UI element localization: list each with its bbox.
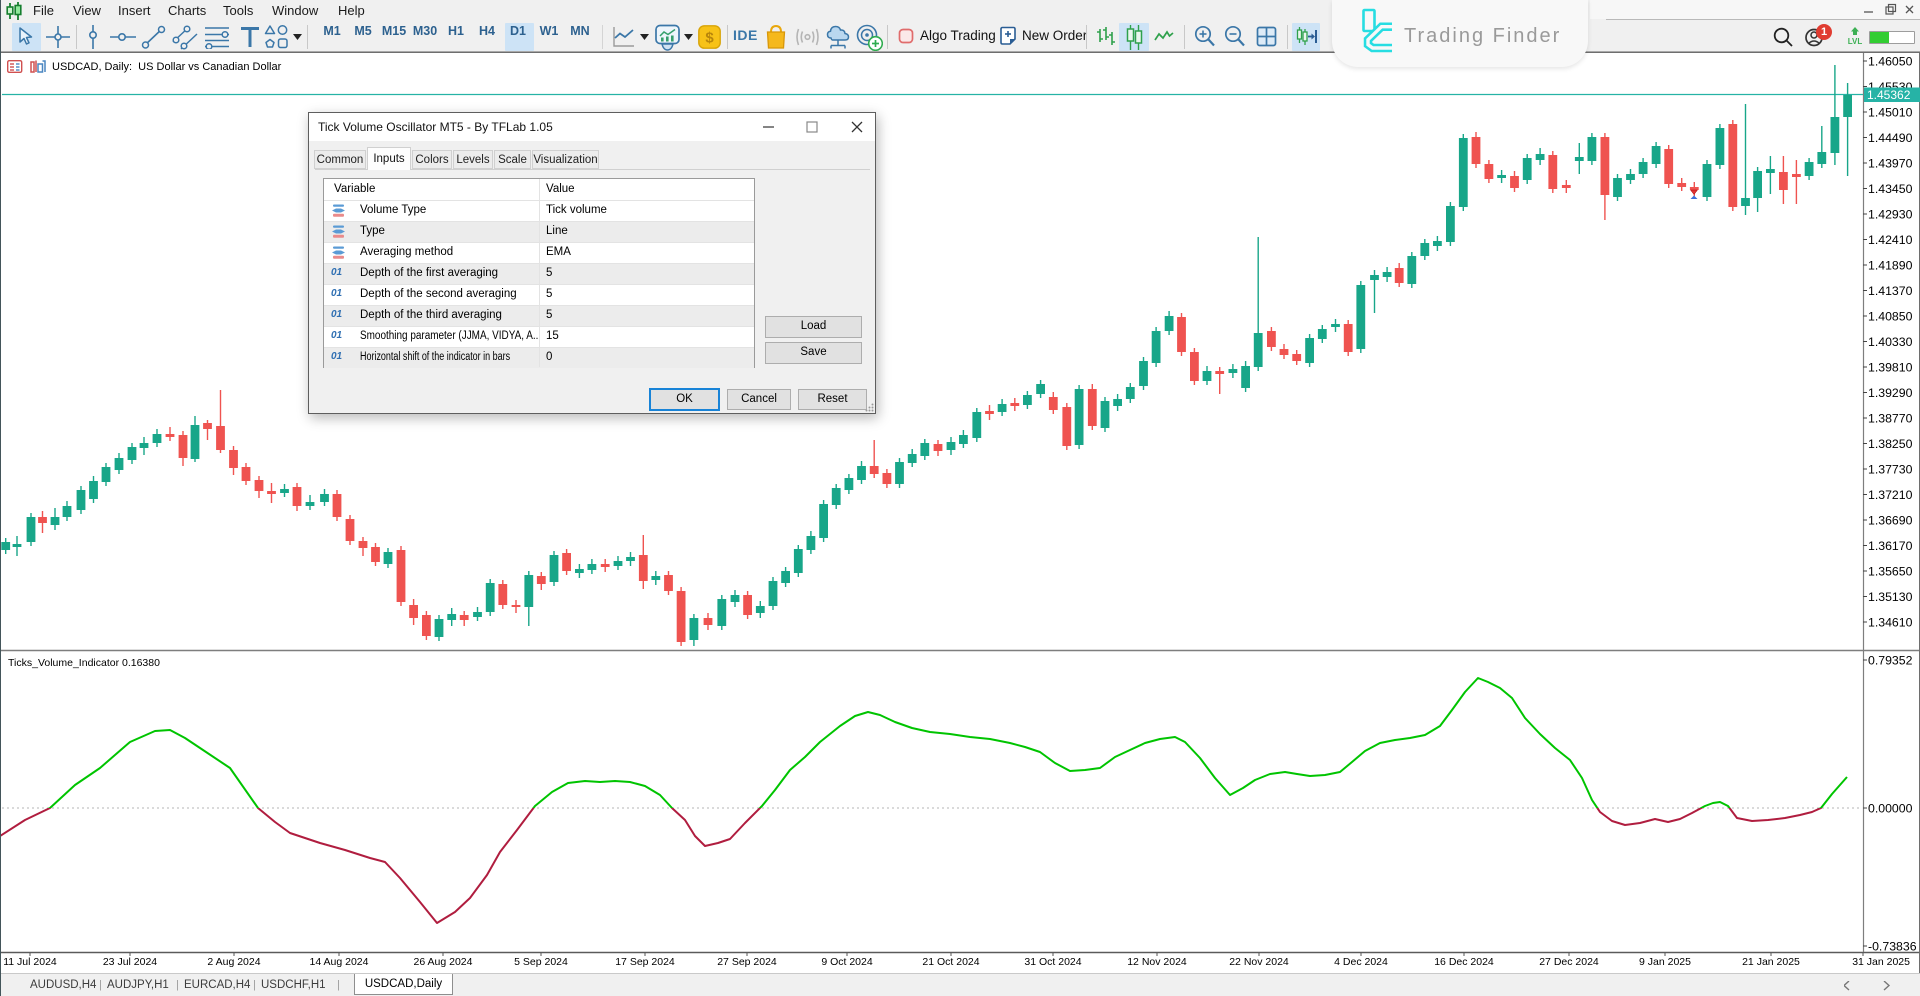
svg-text:1.39810: 1.39810	[1868, 360, 1913, 374]
svg-text:1.36690: 1.36690	[1868, 513, 1913, 527]
svg-text:1.34610: 1.34610	[1868, 615, 1913, 629]
svg-text:1.41370: 1.41370	[1868, 284, 1913, 298]
svg-text:9 Oct 2024: 9 Oct 2024	[821, 956, 873, 968]
svg-text:1.38770: 1.38770	[1868, 411, 1913, 425]
svg-text:1.39290: 1.39290	[1868, 386, 1913, 400]
svg-text:1.37210: 1.37210	[1868, 488, 1913, 502]
svg-text:22 Nov 2024: 22 Nov 2024	[1229, 956, 1289, 968]
svg-text:4 Dec 2024: 4 Dec 2024	[1334, 956, 1388, 968]
svg-text:27 Dec 2024: 27 Dec 2024	[1539, 956, 1599, 968]
svg-text:31 Jan 2025: 31 Jan 2025	[1852, 956, 1910, 968]
svg-text:21 Jan 2025: 21 Jan 2025	[1742, 956, 1800, 968]
svg-text:17 Sep 2024: 17 Sep 2024	[615, 956, 675, 968]
svg-text:1.35130: 1.35130	[1868, 590, 1913, 604]
svg-text:0.79352: 0.79352	[1868, 653, 1913, 667]
svg-text:27 Sep 2024: 27 Sep 2024	[717, 956, 777, 968]
svg-text:1.41890: 1.41890	[1868, 258, 1913, 272]
svg-text:Ticks_Volume_Indicator 0.16380: Ticks_Volume_Indicator 0.16380	[8, 657, 160, 669]
svg-text:11 Jul 2024: 11 Jul 2024	[3, 956, 57, 968]
svg-text:-0.73836: -0.73836	[1868, 939, 1917, 953]
svg-text:1.45010: 1.45010	[1868, 105, 1913, 119]
svg-text:1.36170: 1.36170	[1868, 539, 1913, 553]
svg-text:1.40330: 1.40330	[1868, 335, 1913, 349]
svg-text:1.37730: 1.37730	[1868, 462, 1913, 476]
svg-text:21 Oct 2024: 21 Oct 2024	[922, 956, 979, 968]
svg-text:0.00000: 0.00000	[1868, 801, 1913, 815]
svg-text:5 Sep 2024: 5 Sep 2024	[514, 956, 568, 968]
svg-text:1.42410: 1.42410	[1868, 233, 1913, 247]
svg-text:1.42930: 1.42930	[1868, 207, 1913, 221]
svg-text:1.38250: 1.38250	[1868, 437, 1913, 451]
svg-text:1.35650: 1.35650	[1868, 564, 1913, 578]
svg-text:1.43450: 1.43450	[1868, 182, 1913, 196]
svg-text:1.43970: 1.43970	[1868, 156, 1913, 170]
svg-text:16 Dec 2024: 16 Dec 2024	[1434, 956, 1494, 968]
svg-text:31 Oct 2024: 31 Oct 2024	[1024, 956, 1081, 968]
svg-text:1.46050: 1.46050	[1868, 54, 1913, 68]
svg-text:23 Jul 2024: 23 Jul 2024	[103, 956, 157, 968]
svg-text:1.45362: 1.45362	[1867, 88, 1911, 102]
svg-text:1.40850: 1.40850	[1868, 309, 1913, 323]
svg-text:12 Nov 2024: 12 Nov 2024	[1127, 956, 1187, 968]
svg-text:1.44490: 1.44490	[1868, 131, 1913, 145]
svg-text:26 Aug 2024: 26 Aug 2024	[414, 956, 473, 968]
svg-text:9 Jan 2025: 9 Jan 2025	[1639, 956, 1691, 968]
svg-text:14 Aug 2024: 14 Aug 2024	[310, 956, 369, 968]
svg-text:2 Aug 2024: 2 Aug 2024	[207, 956, 260, 968]
